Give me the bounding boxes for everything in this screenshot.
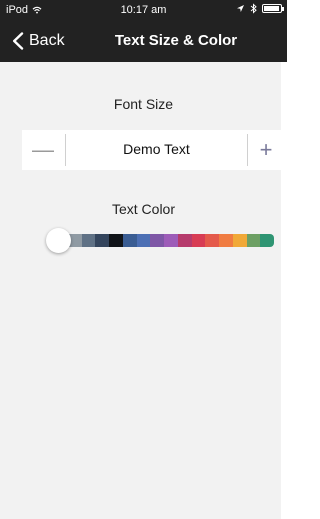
- bluetooth-icon: [250, 3, 257, 14]
- chevron-left-icon: [13, 32, 24, 50]
- color-swatch[interactable]: [150, 234, 164, 247]
- back-label: Back: [29, 32, 65, 49]
- color-swatch[interactable]: [260, 234, 274, 247]
- color-slider-thumb[interactable]: [46, 228, 71, 253]
- color-swatch[interactable]: [109, 234, 123, 247]
- color-swatch[interactable]: [95, 234, 109, 247]
- color-swatch-track[interactable]: [54, 234, 274, 247]
- battery-icon: [262, 4, 284, 13]
- decrease-font-button[interactable]: —: [22, 130, 64, 170]
- color-swatch[interactable]: [191, 234, 206, 247]
- location-arrow-icon: [237, 5, 244, 12]
- minus-icon: —: [32, 137, 54, 162]
- color-swatch[interactable]: [122, 234, 137, 247]
- plus-icon: +: [259, 137, 273, 162]
- font-size-label: Font Size: [113, 96, 174, 112]
- demo-text-preview: Demo Text: [123, 141, 190, 157]
- page-title: Text Size & Color: [114, 32, 238, 49]
- color-swatch[interactable]: [177, 234, 192, 247]
- text-color-slider[interactable]: [46, 228, 274, 253]
- status-right-icons: [236, 3, 284, 14]
- color-swatch[interactable]: [232, 234, 247, 247]
- font-size-stepper: — Demo Text +: [22, 130, 287, 170]
- back-button[interactable]: Back: [12, 28, 65, 54]
- color-swatch[interactable]: [136, 234, 151, 247]
- text-color-label: Text Color: [111, 201, 176, 217]
- color-swatch[interactable]: [81, 234, 96, 247]
- right-edge-strip: [281, 62, 287, 519]
- color-swatch[interactable]: [164, 234, 178, 247]
- settings-screen: iPod 10:17 am Back Text Size & Color Fon…: [0, 0, 287, 519]
- color-swatch[interactable]: [205, 234, 219, 247]
- status-bar: iPod 10:17 am: [0, 0, 287, 20]
- navigation-bar: Back Text Size & Color: [0, 20, 287, 62]
- color-swatch[interactable]: [246, 234, 261, 247]
- color-swatch[interactable]: [219, 234, 233, 247]
